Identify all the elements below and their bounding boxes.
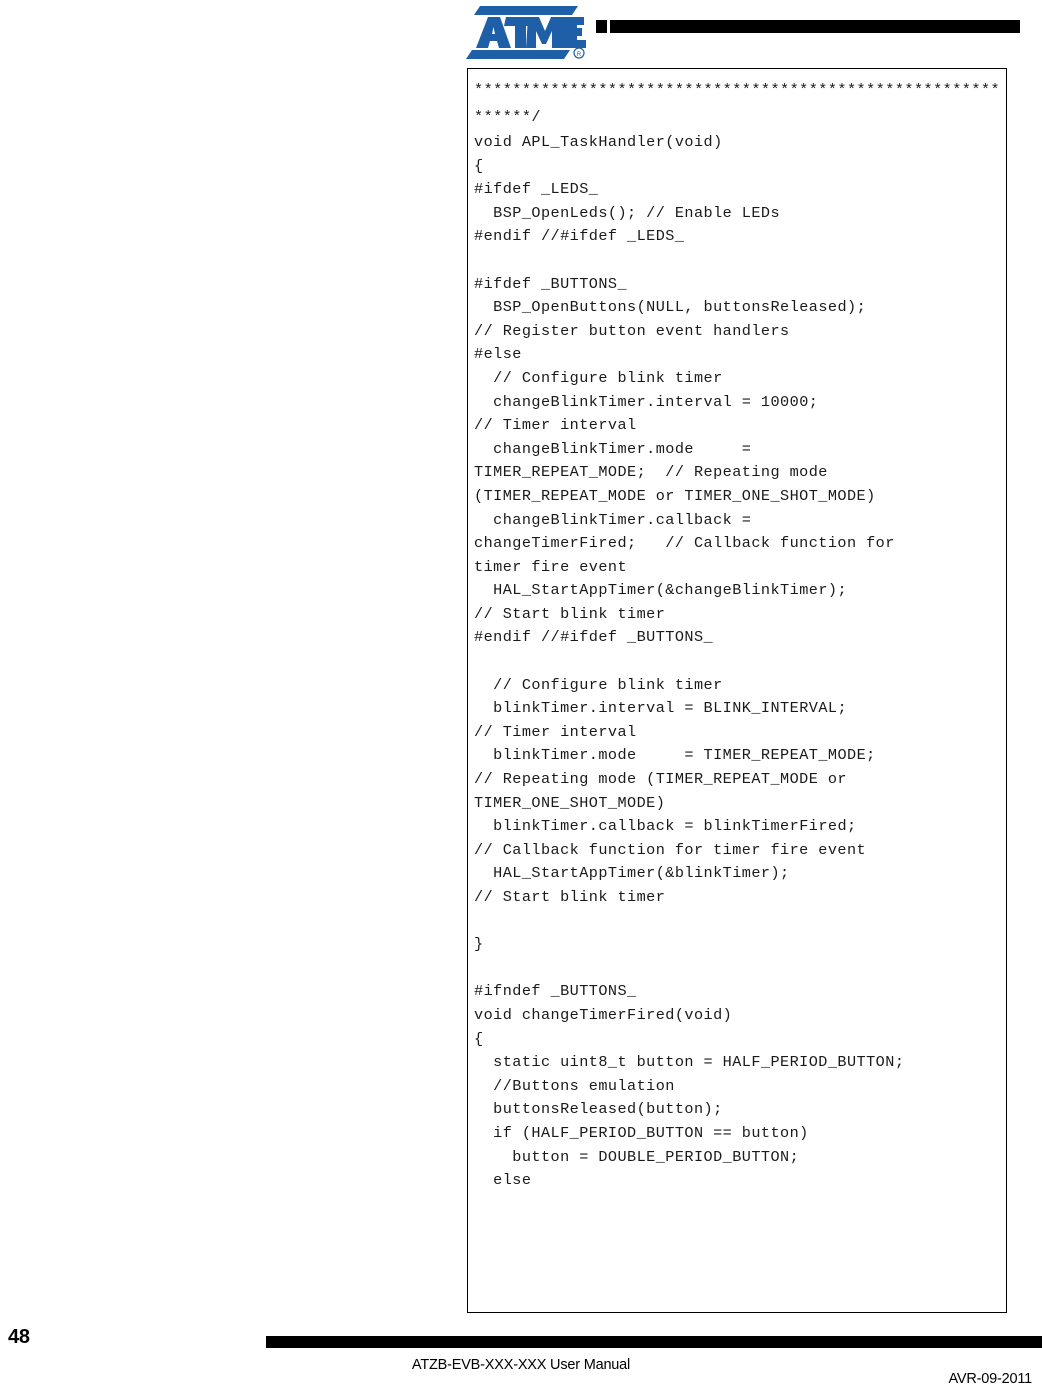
footer-document-code: AVR-09-2011 bbox=[948, 1371, 1032, 1387]
code-line-wrapped: blinkTimer.callback = blinkTimerFired; /… bbox=[474, 817, 867, 859]
code-block: ****************************************… bbox=[467, 68, 1007, 1313]
footer-rule bbox=[266, 1336, 1042, 1348]
code-line: if (HALF_PERIOD_BUTTON == button) bbox=[474, 1123, 809, 1142]
header-rule-tick bbox=[596, 20, 607, 33]
code-line-comment-banner: ****************************************… bbox=[474, 81, 1001, 126]
code-line: #ifdef _BUTTONS_ bbox=[474, 274, 628, 293]
code-line: buttonsReleased(button); bbox=[474, 1100, 723, 1119]
code-line: void changeTimerFired(void) bbox=[474, 1005, 733, 1024]
code-line: { bbox=[474, 156, 484, 175]
code-line: } bbox=[474, 935, 484, 954]
code-line-wrapped: HAL_StartAppTimer(&blinkTimer); // Start… bbox=[474, 864, 790, 906]
page-header: R bbox=[0, 0, 1042, 62]
page-number: 48 bbox=[8, 1326, 30, 1348]
code-line: button = DOUBLE_PERIOD_BUTTON; bbox=[474, 1147, 800, 1166]
code-line: // Configure blink timer bbox=[474, 368, 723, 387]
code-line: //Buttons emulation bbox=[474, 1076, 675, 1095]
code-line-wrapped: HAL_StartAppTimer(&changeBlinkTimer); //… bbox=[474, 581, 848, 623]
code-line-wrapped: changeBlinkTimer.interval = 10000; // Ti… bbox=[474, 392, 819, 435]
code-block-content: ****************************************… bbox=[468, 69, 1006, 1193]
code-line: { bbox=[474, 1029, 484, 1048]
code-line: #ifndef _BUTTONS_ bbox=[474, 982, 637, 1001]
code-line: BSP_OpenLeds(); // Enable LEDs bbox=[474, 203, 781, 222]
svg-text:R: R bbox=[577, 52, 582, 58]
code-line: #endif //#ifdef _BUTTONS_ bbox=[474, 628, 714, 647]
code-line: // Configure blink timer bbox=[474, 675, 723, 694]
code-line: else bbox=[474, 1171, 532, 1190]
code-line-wrapped: changeBlinkTimer.callback = changeTimerF… bbox=[474, 510, 895, 576]
code-line: #endif //#ifdef _LEDS_ bbox=[474, 227, 685, 246]
code-line: void APL_TaskHandler(void) bbox=[474, 133, 723, 151]
header-rule-bar bbox=[610, 20, 1020, 33]
footer-document-title: ATZB-EVB-XXX-XXX User Manual bbox=[411, 1357, 631, 1373]
code-line-wrapped: BSP_OpenButtons(NULL, buttonsReleased); … bbox=[474, 298, 867, 340]
code-line: static uint8_t button = HALF_PERIOD_BUTT… bbox=[474, 1053, 905, 1072]
code-line-wrapped: changeBlinkTimer.mode = TIMER_REPEAT_MOD… bbox=[474, 439, 876, 505]
code-line: #else bbox=[474, 345, 522, 364]
code-line-wrapped: blinkTimer.mode = TIMER_REPEAT_MODE; // … bbox=[474, 746, 876, 812]
header-rule bbox=[596, 20, 1020, 33]
code-line-wrapped: blinkTimer.interval = BLINK_INTERVAL; //… bbox=[474, 699, 848, 741]
code-line: #ifdef _LEDS_ bbox=[474, 180, 599, 199]
atmel-logo: R bbox=[466, 4, 586, 60]
